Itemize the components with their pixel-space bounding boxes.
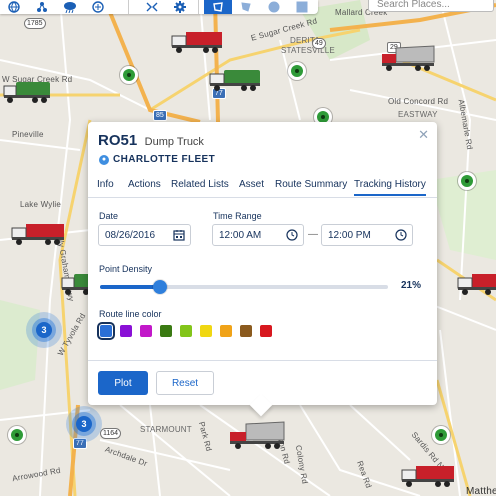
- map-label-pineville: Pineville: [12, 130, 44, 139]
- cluster-count: 3: [76, 416, 92, 432]
- vehicle-popup: RO51 Dump Truck ✕ ● CHARLOTTE FLEET Info…: [88, 122, 437, 417]
- circle-icon[interactable]: [260, 0, 288, 14]
- map-label-matthews: Matthe: [466, 486, 496, 496]
- cluster-count: 3: [36, 322, 52, 338]
- location-marker[interactable]: [8, 426, 26, 444]
- route-1785-shield: 1785: [24, 18, 46, 29]
- fleet-name[interactable]: CHARLOTTE FLEET: [113, 154, 215, 165]
- interstate-85-shield: 85: [153, 110, 167, 121]
- color-swatches: [97, 322, 272, 340]
- map-label-lake-wylie: Lake Wylie: [20, 200, 62, 209]
- map-label-starmount: STARMOUNT: [140, 425, 192, 434]
- tab-route-summary[interactable]: Route Summary: [275, 179, 347, 190]
- map-label-statesville: STATESVILLE: [281, 46, 335, 55]
- marker-cluster[interactable]: 3: [26, 312, 62, 348]
- dump-truck-selected-icon[interactable]: [226, 420, 286, 452]
- slider-thumb[interactable]: [153, 280, 168, 294]
- location-marker[interactable]: [288, 62, 306, 80]
- layers-icon[interactable]: [84, 0, 112, 14]
- map-label-old-concord: Old Concord Rd: [388, 97, 449, 106]
- clock-icon[interactable]: [286, 229, 298, 241]
- lasso-icon[interactable]: [204, 0, 232, 14]
- weather-icon[interactable]: [56, 0, 84, 14]
- color-swatch[interactable]: [97, 322, 115, 340]
- color-swatch[interactable]: [200, 325, 212, 337]
- color-swatch[interactable]: [120, 325, 132, 337]
- color-swatch[interactable]: [240, 325, 252, 337]
- calendar-icon[interactable]: [173, 229, 185, 241]
- dump-truck-grey-icon[interactable]: [378, 44, 438, 74]
- dump-truck-red-icon[interactable]: [10, 222, 66, 246]
- popup-title: RO51 Dump Truck: [98, 132, 204, 150]
- color-swatch[interactable]: [160, 325, 172, 337]
- time-end-value: 12:00 PM: [328, 229, 371, 241]
- dump-truck-red-icon[interactable]: [400, 464, 456, 488]
- route-1164-shield: 1164: [100, 428, 122, 439]
- fleet-row: ● CHARLOTTE FLEET: [99, 154, 215, 165]
- search-places-input[interactable]: Search Places...: [368, 0, 494, 12]
- location-marker[interactable]: [458, 172, 476, 190]
- tab-info[interactable]: Info: [97, 179, 114, 190]
- rectangle-icon[interactable]: [288, 0, 316, 14]
- route-line-color-label: Route line color: [99, 309, 162, 319]
- tab-asset[interactable]: Asset: [239, 179, 264, 190]
- time-range-label: Time Range: [213, 211, 262, 221]
- date-field[interactable]: 08/26/2016: [98, 224, 191, 246]
- point-density-label: Point Density: [99, 264, 153, 274]
- time-start-field[interactable]: 12:00 AM: [212, 224, 304, 246]
- route-49-shield: 49: [312, 38, 326, 49]
- nodes-icon[interactable]: [28, 0, 56, 14]
- plot-button[interactable]: Plot: [98, 371, 148, 395]
- time-start-value: 12:00 AM: [219, 229, 262, 241]
- point-density-slider[interactable]: [100, 280, 388, 294]
- color-swatch[interactable]: [180, 325, 192, 337]
- popup-divider: [88, 360, 437, 361]
- route-icon[interactable]: [138, 0, 166, 14]
- popup-tabs: Info Actions Related Lists Asset Route S…: [88, 174, 437, 198]
- date-value: 08/26/2016: [105, 229, 156, 241]
- point-density-value: 21%: [400, 280, 421, 291]
- location-marker[interactable]: [432, 426, 450, 444]
- vehicle-id: RO51: [98, 132, 138, 149]
- location-marker[interactable]: [120, 66, 138, 84]
- globe-icon[interactable]: [0, 0, 28, 14]
- vehicle-type: Dump Truck: [144, 136, 204, 148]
- tab-actions[interactable]: Actions: [128, 179, 161, 190]
- gear-icon[interactable]: [166, 0, 194, 14]
- slider-fill: [100, 285, 161, 289]
- dump-truck-green-icon[interactable]: [2, 80, 52, 104]
- map-label-eastway: EASTWAY: [398, 110, 438, 119]
- toolbar-divider: [128, 0, 129, 14]
- fleet-icon: ●: [99, 154, 109, 165]
- map-toolbar: [0, 0, 318, 14]
- close-icon[interactable]: ✕: [418, 127, 429, 143]
- color-swatch[interactable]: [140, 325, 152, 337]
- time-end-field[interactable]: 12:00 PM: [321, 224, 413, 246]
- tab-related-lists[interactable]: Related Lists: [171, 179, 229, 190]
- dump-truck-red-icon[interactable]: [456, 272, 496, 296]
- dump-truck-red-icon[interactable]: [170, 30, 224, 54]
- tab-tracking-history[interactable]: Tracking History: [354, 179, 426, 196]
- polygon-icon[interactable]: [232, 0, 260, 14]
- dump-truck-green-icon[interactable]: [208, 68, 262, 92]
- reset-button[interactable]: Reset: [156, 371, 214, 395]
- date-label: Date: [99, 211, 119, 221]
- clock-icon[interactable]: [395, 229, 407, 241]
- color-swatch[interactable]: [220, 325, 232, 337]
- marker-cluster[interactable]: 3: [66, 406, 102, 442]
- time-range-dash: —: [308, 229, 318, 240]
- toolbar-divider: [198, 0, 199, 14]
- color-swatch[interactable]: [260, 325, 272, 337]
